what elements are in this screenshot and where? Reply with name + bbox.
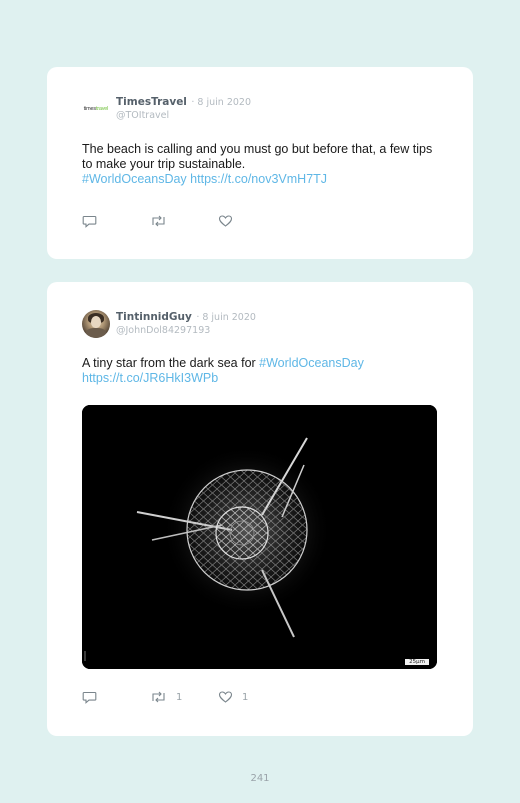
like-button[interactable] bbox=[218, 214, 286, 228]
tweet-actions: 1 1 bbox=[82, 690, 286, 704]
like-count: 1 bbox=[242, 691, 249, 703]
logo-text-times: times bbox=[83, 106, 96, 112]
scale-bar-label: 25µm bbox=[405, 659, 429, 665]
reply-button[interactable] bbox=[82, 690, 150, 704]
url-link[interactable]: https://t.co/JR6HkI3WPb bbox=[82, 371, 218, 385]
like-button[interactable]: 1 bbox=[218, 690, 286, 704]
page-number: 241 bbox=[250, 773, 270, 784]
retweet-count: 1 bbox=[176, 691, 183, 703]
avatar[interactable] bbox=[82, 310, 110, 338]
reply-button[interactable] bbox=[82, 214, 150, 228]
tweet-image[interactable]: 25µm bbox=[82, 405, 437, 669]
heart-icon bbox=[218, 215, 233, 227]
tweet-date[interactable]: · 8 juin 2020 bbox=[196, 312, 256, 323]
tweet-date[interactable]: · 8 juin 2020 bbox=[191, 97, 251, 108]
avatar[interactable]: times travel bbox=[82, 95, 110, 123]
user-handle[interactable]: @JohnDol84297193 bbox=[116, 324, 256, 337]
reply-icon bbox=[82, 215, 97, 228]
url-link[interactable]: https://t.co/nov3VmH7TJ bbox=[190, 172, 327, 186]
heart-icon bbox=[218, 691, 233, 703]
display-name[interactable]: TintinnidGuy bbox=[116, 311, 192, 323]
tweet-card: TintinnidGuy · 8 juin 2020 @JohnDol84297… bbox=[47, 282, 473, 736]
tweet-text-body: A tiny star from the dark sea for bbox=[82, 356, 260, 370]
tweet-header: times travel TimesTravel · 8 juin 2020 @T… bbox=[82, 94, 251, 123]
tweet-text-body: The beach is calling and you must go but… bbox=[82, 142, 433, 171]
retweet-button[interactable]: 1 bbox=[150, 690, 218, 704]
hashtag-link[interactable]: #WorldOceansDay bbox=[259, 356, 364, 370]
logo-text-travel: travel bbox=[95, 106, 109, 112]
user-handle[interactable]: @TOItravel bbox=[116, 109, 251, 122]
radiolarian-image bbox=[82, 405, 437, 669]
tweet-header: TintinnidGuy · 8 juin 2020 @JohnDol84297… bbox=[82, 309, 256, 338]
retweet-button[interactable] bbox=[150, 214, 218, 228]
retweet-icon bbox=[152, 215, 165, 227]
tweet-actions bbox=[82, 214, 286, 228]
tweet-card: times travel TimesTravel · 8 juin 2020 @T… bbox=[47, 67, 473, 259]
display-name[interactable]: TimesTravel bbox=[116, 96, 187, 108]
retweet-icon bbox=[152, 691, 165, 703]
tweet-text: A tiny star from the dark sea for #World… bbox=[82, 356, 442, 386]
reply-icon bbox=[82, 691, 97, 704]
hashtag-link[interactable]: #WorldOceansDay bbox=[82, 172, 187, 186]
tweet-text: The beach is calling and you must go but… bbox=[82, 142, 442, 187]
